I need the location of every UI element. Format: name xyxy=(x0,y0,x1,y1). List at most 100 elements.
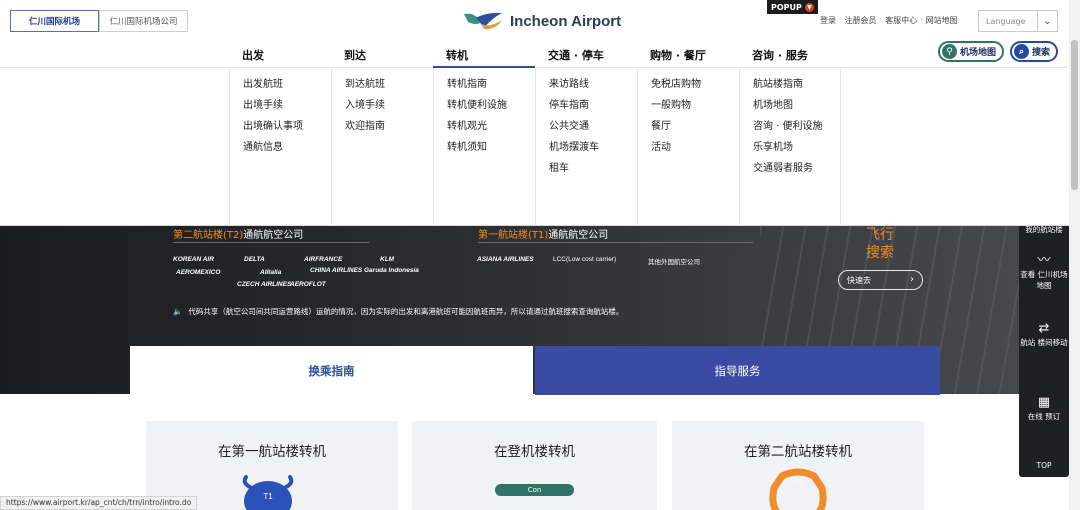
menu-item[interactable]: 转机便利设施 xyxy=(447,99,535,120)
view-airport-map-item[interactable]: 〰 查看 仁川机场地图 xyxy=(1019,253,1069,291)
menu-item[interactable]: 机场地图 xyxy=(753,99,840,120)
airline-china-airlines[interactable]: CHINA AIRLINES xyxy=(310,267,362,274)
chevron-down-icon: ▼ xyxy=(804,2,814,12)
separator-dot: · xyxy=(839,15,842,24)
menu-item[interactable]: 通航信息 xyxy=(243,141,331,162)
card-title: 在登机楼转机 xyxy=(494,444,575,460)
view-map-label: 查看 仁川机场地图 xyxy=(1020,270,1068,290)
menu-item[interactable]: 机场摆渡车 xyxy=(549,141,637,162)
menu-item[interactable]: 交通弱者服务 xyxy=(753,162,840,183)
menu-item[interactable]: 出发航班 xyxy=(243,78,331,99)
chevron-down-icon: ⌄ xyxy=(1037,11,1057,31)
card-t2-transfer[interactable]: 在第二航站楼转机 T2 xyxy=(672,421,924,510)
quick-go-button[interactable]: 快速去 › xyxy=(838,270,923,290)
menu-item[interactable]: 一般购物 xyxy=(651,99,739,120)
notice-text: 代码共享（航空公司间共同运营路线）运航的情况，因为实际的出发和离港航班可能因航班… xyxy=(188,307,624,316)
tab-transfer-guide[interactable]: 换乘指南 xyxy=(130,346,533,395)
card-title: 在第一航站楼转机 xyxy=(218,444,326,460)
menu-item[interactable]: 航站楼指南 xyxy=(753,78,840,99)
menu-item[interactable]: 转机观光 xyxy=(447,120,535,141)
codeshare-notice: 🔈 代码共享（航空公司间共同运营路线）运航的情况，因为实际的出发和离港航班可能因… xyxy=(173,306,623,317)
airline-lcc[interactable]: LCC(Low cost carrier) xyxy=(553,256,616,263)
search-button[interactable]: ⌕ 搜索 xyxy=(1010,41,1059,62)
scrollbar-thumb[interactable] xyxy=(1071,40,1078,190)
popup-button[interactable]: POPUP ▼ xyxy=(767,0,818,14)
login-link[interactable]: 登录 xyxy=(820,15,836,26)
site-tab-airport[interactable]: 仁川国际机场 xyxy=(10,10,99,32)
airline-aeromexico[interactable]: AEROMEXICO xyxy=(176,269,220,276)
card-title: 在第二航站楼转机 xyxy=(744,444,852,460)
language-label: Language xyxy=(986,16,1026,26)
menu-item[interactable]: 乐享机场 xyxy=(753,141,840,162)
sitemap-link[interactable]: 网站地图 xyxy=(926,15,958,26)
menu-item[interactable]: 租车 xyxy=(549,162,637,183)
separator-dot: · xyxy=(920,15,923,24)
language-select[interactable]: Language ⌄ xyxy=(978,10,1058,32)
customer-center-link[interactable]: 客服中心 xyxy=(885,15,917,26)
site-tab-corporation[interactable]: 仁川国际机场公司 xyxy=(99,10,188,32)
terminal-move-label: 航站 楼间移动 xyxy=(1020,338,1068,347)
airline-korean-air[interactable]: KOREAN AIR xyxy=(173,256,214,263)
menu-item[interactable]: 到达航班 xyxy=(345,78,433,99)
online-reserve-item[interactable]: ▦ 在线 预订 xyxy=(1019,396,1069,422)
t2-title-highlight: 第二航站楼(T2) xyxy=(173,230,244,241)
t2-badge-text: T2 xyxy=(794,479,802,486)
incheon-airport-logo[interactable]: Incheon Airport xyxy=(462,8,621,34)
nav-transport-parking[interactable]: 交通 · 停车 xyxy=(535,44,637,68)
speaker-icon: 🔈 xyxy=(173,307,183,316)
airline-garuda[interactable]: Garuda Indonesia xyxy=(364,267,419,274)
airline-airfrance[interactable]: AIRFRANCE xyxy=(304,256,342,263)
separator-dot: · xyxy=(879,15,883,24)
back-to-top-button[interactable]: TOP xyxy=(1019,460,1069,471)
menu-item[interactable]: 欢迎指南 xyxy=(345,120,433,141)
register-link[interactable]: 注册会员 xyxy=(845,15,877,26)
menu-item[interactable]: 出境确认事项 xyxy=(243,120,331,141)
utility-links: 登录 · 注册会员 · 客服中心 · 网站地图 xyxy=(820,15,958,26)
menu-item[interactable]: 转机指南 xyxy=(447,78,535,99)
airline-aeroflot[interactable]: AEROFLOT xyxy=(290,281,326,288)
divider xyxy=(173,242,369,243)
airport-map-button[interactable]: ⚲ 机场地图 xyxy=(938,41,1005,62)
airline-czech[interactable]: CZECH AIRLINES xyxy=(237,281,291,288)
menu-item[interactable]: 餐厅 xyxy=(651,120,739,141)
menu-item[interactable]: 活动 xyxy=(651,141,739,162)
airline-delta[interactable]: DELTA xyxy=(244,256,265,263)
mega-menu-dropdown: 出发航班 出境手续 出境确认事项 通航信息 到达航班 入境手续 欢迎指南 转机指… xyxy=(0,68,1080,226)
terminal-move-item[interactable]: ⇄ 航站 楼间移动 xyxy=(1019,322,1069,348)
reserve-label: 在线 预订 xyxy=(1027,412,1061,421)
t1-title-highlight: 第一航站楼(T1) xyxy=(478,230,549,241)
menu-item[interactable]: 免税店购物 xyxy=(651,78,739,99)
menu-item[interactable]: 停车指南 xyxy=(549,99,637,120)
menu-item[interactable]: 转机须知 xyxy=(447,141,535,162)
menu-item[interactable]: 公共交通 xyxy=(549,120,637,141)
nav-shopping-dining[interactable]: 购物 · 餐厅 xyxy=(637,44,739,68)
nav-info-services[interactable]: 咨询 · 服务 xyxy=(739,44,841,68)
airline-foreign-others[interactable]: 其他外国航空公司 xyxy=(648,256,700,266)
menu-col-shopping: 免税店购物 一般购物 餐厅 活动 xyxy=(637,68,739,226)
nav-transfer[interactable]: 转机 xyxy=(433,44,535,68)
quick-go-label: 快速去 xyxy=(847,275,871,285)
menu-item[interactable]: 来访路线 xyxy=(549,78,637,99)
t2-title-rest: 通航航空公司 xyxy=(243,230,304,241)
popup-label: POPUP xyxy=(771,2,802,12)
nav-arrival[interactable]: 到达 xyxy=(331,44,433,68)
flight-search-heading[interactable]: 飞行 搜索 xyxy=(866,226,906,262)
menu-item[interactable]: 入境手续 xyxy=(345,99,433,120)
airline-alitalia[interactable]: Alitalia xyxy=(260,269,281,276)
menu-col-info: 航站楼指南 机场地图 咨询 · 便利设施 乐享机场 交通弱者服务 xyxy=(739,68,841,226)
logo-text: Incheon Airport xyxy=(510,12,622,30)
quick-menu-bar: 我的航站楼 〰 查看 仁川机场地图 ⇄ 航站 楼间移动 ▦ 在线 预订 TOP xyxy=(1019,215,1069,477)
tab-guide-service[interactable]: 指导服务 xyxy=(535,346,940,395)
airline-asiana[interactable]: ASIANA AIRLINES xyxy=(477,256,534,263)
nav-departure[interactable]: 出发 xyxy=(229,44,331,68)
menu-item[interactable]: 咨询 · 便利设施 xyxy=(753,120,840,141)
airline-klm[interactable]: KLM xyxy=(380,256,394,263)
t1-airlines-title: 第一航站楼(T1)通航航空公司 xyxy=(478,226,608,241)
browser-status-url: https://www.airport.kr/ap_cnt/ch/trn/int… xyxy=(0,496,198,510)
map-pin-icon: ⚲ xyxy=(942,44,957,59)
card-concourse-transfer[interactable]: 在登机楼转机 Con xyxy=(412,421,657,510)
menu-item[interactable]: 出境手续 xyxy=(243,99,331,120)
page-scrollbar[interactable] xyxy=(1069,0,1080,510)
airport-logo-icon: 〰 xyxy=(1037,253,1051,268)
menu-col-transfer: 转机指南 转机便利设施 转机观光 转机须知 xyxy=(433,68,535,226)
